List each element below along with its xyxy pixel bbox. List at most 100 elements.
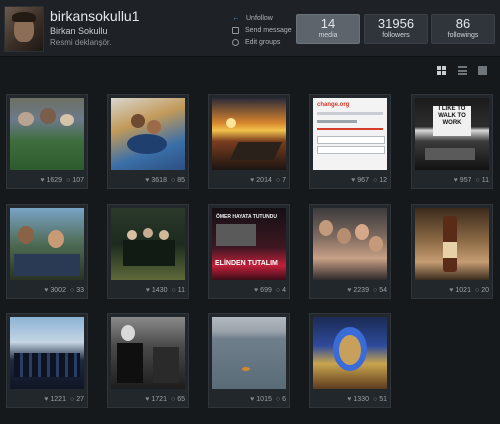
comment-count: 51 bbox=[379, 396, 387, 403]
followers-label: followers bbox=[382, 32, 410, 39]
photo-thumbnail[interactable] bbox=[111, 208, 185, 280]
comment-icon: ○ bbox=[372, 177, 378, 184]
comment-icon: ○ bbox=[69, 396, 75, 403]
poster-top-text: ÖMER HAYATA TUTUNDU bbox=[216, 214, 277, 220]
comment-count: 12 bbox=[379, 177, 387, 184]
photo-thumbnail[interactable] bbox=[111, 98, 185, 170]
heart-icon: ♥ bbox=[145, 177, 150, 184]
comment-icon: ○ bbox=[372, 396, 378, 403]
followings-count: 86 bbox=[455, 16, 471, 31]
photo-card[interactable]: ♥ 2014 ○ 7 bbox=[208, 94, 290, 189]
heart-icon: ♥ bbox=[449, 287, 454, 294]
photo-stats: ♥ 3618 ○ 85 bbox=[145, 177, 185, 184]
photo-card[interactable]: ♥ 1015 ○ 6 bbox=[208, 313, 290, 408]
photo-thumbnail[interactable]: change.org bbox=[313, 98, 387, 170]
photo-card[interactable]: ♥ 3002 ○ 33 bbox=[6, 204, 88, 299]
comment-count: 11 bbox=[177, 287, 185, 294]
unfollow-button[interactable]: ← Unfollow bbox=[232, 12, 292, 24]
photo-card[interactable]: I LIKE TO WALK TO WORK ♥ 957 ○ 11 bbox=[411, 94, 493, 189]
like-count: 967 bbox=[357, 177, 369, 184]
petition-site-label: change.org bbox=[317, 102, 350, 108]
comment-icon: ○ bbox=[170, 177, 176, 184]
photo-thumbnail[interactable] bbox=[212, 317, 286, 389]
comment-count: 107 bbox=[72, 177, 84, 184]
photo-card[interactable]: change.org ♥ 967 ○ 12 bbox=[309, 94, 391, 189]
comment-icon: ○ bbox=[275, 396, 281, 403]
comment-icon: ○ bbox=[475, 177, 480, 184]
comment-count: 6 bbox=[282, 396, 286, 403]
grid-view-icon[interactable] bbox=[437, 66, 446, 75]
photo-thumbnail[interactable] bbox=[111, 317, 185, 389]
photo-card[interactable]: ♥ 1021 ○ 20 bbox=[411, 204, 493, 299]
heart-icon: ♥ bbox=[40, 177, 45, 184]
heart-icon: ♥ bbox=[44, 287, 49, 294]
stat-followers[interactable]: 31956 followers bbox=[364, 14, 428, 44]
photo-card[interactable]: ♥ 2239 ○ 54 bbox=[309, 204, 391, 299]
comment-icon: ○ bbox=[69, 287, 75, 294]
media-count: 14 bbox=[320, 16, 336, 31]
comment-icon: ○ bbox=[170, 396, 176, 403]
comment-icon: ○ bbox=[275, 177, 281, 184]
photo-card[interactable]: ÖMER HAYATA TUTUNDU ELİNDEN TUTALIM ♥ 69… bbox=[208, 204, 290, 299]
comment-icon: ○ bbox=[275, 287, 281, 294]
heart-icon: ♥ bbox=[44, 396, 49, 403]
like-count: 699 bbox=[260, 287, 272, 294]
photo-thumbnail[interactable]: I LIKE TO WALK TO WORK bbox=[415, 98, 489, 170]
comment-count: 20 bbox=[481, 287, 489, 294]
like-count: 957 bbox=[459, 177, 472, 184]
heart-icon: ♥ bbox=[254, 287, 259, 294]
photo-card[interactable]: ♥ 1629 ○ 107 bbox=[6, 94, 88, 189]
photo-thumbnail[interactable]: ÖMER HAYATA TUTUNDU ELİNDEN TUTALIM bbox=[212, 208, 286, 280]
comment-icon: ○ bbox=[171, 287, 176, 294]
sign-text: I LIKE TO WALK TO WORK bbox=[433, 106, 471, 136]
heart-icon: ♥ bbox=[250, 177, 255, 184]
photo-stats: ♥ 1721 ○ 65 bbox=[145, 396, 185, 403]
photo-stats: ♥ 957 ○ 11 bbox=[454, 177, 489, 184]
photo-stats: ♥ 2014 ○ 7 bbox=[250, 177, 286, 184]
photo-stats: ♥ 1221 ○ 27 bbox=[44, 396, 84, 403]
photo-stats: ♥ 3002 ○ 33 bbox=[44, 287, 84, 294]
comment-count: 33 bbox=[76, 287, 84, 294]
followings-label: followings bbox=[447, 32, 479, 39]
heart-icon: ♥ bbox=[347, 396, 352, 403]
comment-count: 85 bbox=[177, 177, 185, 184]
like-count: 1721 bbox=[151, 396, 167, 403]
photo-thumbnail[interactable] bbox=[313, 208, 387, 280]
followers-count: 31956 bbox=[377, 16, 415, 31]
photo-card[interactable]: ♥ 1430 ○ 11 bbox=[107, 204, 189, 299]
message-icon bbox=[232, 26, 239, 34]
edit-groups-button[interactable]: Edit groups bbox=[232, 36, 292, 48]
media-label: media bbox=[318, 32, 338, 39]
stat-followings[interactable]: 86 followings bbox=[431, 14, 495, 44]
photo-stats: ♥ 1430 ○ 11 bbox=[146, 287, 185, 294]
profile-actions: ← Unfollow Send message Edit groups bbox=[232, 12, 292, 48]
stat-media[interactable]: 14 media bbox=[296, 14, 360, 44]
large-view-icon[interactable] bbox=[478, 66, 487, 75]
photo-thumbnail[interactable] bbox=[10, 208, 84, 280]
photo-thumbnail[interactable] bbox=[212, 98, 286, 170]
photo-thumbnail[interactable] bbox=[415, 208, 489, 280]
list-view-icon[interactable] bbox=[458, 66, 467, 75]
photo-card[interactable]: ♥ 3618 ○ 85 bbox=[107, 94, 189, 189]
send-message-button[interactable]: Send message bbox=[232, 24, 292, 36]
comment-count: 65 bbox=[177, 396, 185, 403]
photo-thumbnail[interactable] bbox=[10, 317, 84, 389]
comment-icon: ○ bbox=[66, 177, 71, 184]
like-count: 1015 bbox=[256, 396, 272, 403]
avatar[interactable] bbox=[4, 6, 44, 52]
photo-card[interactable]: ♥ 1221 ○ 27 bbox=[6, 313, 88, 408]
photo-card[interactable]: ♥ 1721 ○ 65 bbox=[107, 313, 189, 408]
like-count: 1430 bbox=[151, 287, 168, 294]
photo-stats: ♥ 1021 ○ 20 bbox=[449, 287, 489, 294]
like-count: 3618 bbox=[151, 177, 167, 184]
like-count: 2239 bbox=[353, 287, 369, 294]
photo-card[interactable]: ♥ 1330 ○ 51 bbox=[309, 313, 391, 408]
photo-stats: ♥ 1629 ○ 107 bbox=[40, 177, 84, 184]
photo-thumbnail[interactable] bbox=[313, 317, 387, 389]
groups-icon bbox=[232, 38, 239, 46]
comment-count: 54 bbox=[379, 287, 387, 294]
comment-count: 4 bbox=[282, 287, 286, 294]
photo-thumbnail[interactable] bbox=[10, 98, 84, 170]
comment-icon: ○ bbox=[372, 287, 378, 294]
heart-icon: ♥ bbox=[347, 287, 352, 294]
